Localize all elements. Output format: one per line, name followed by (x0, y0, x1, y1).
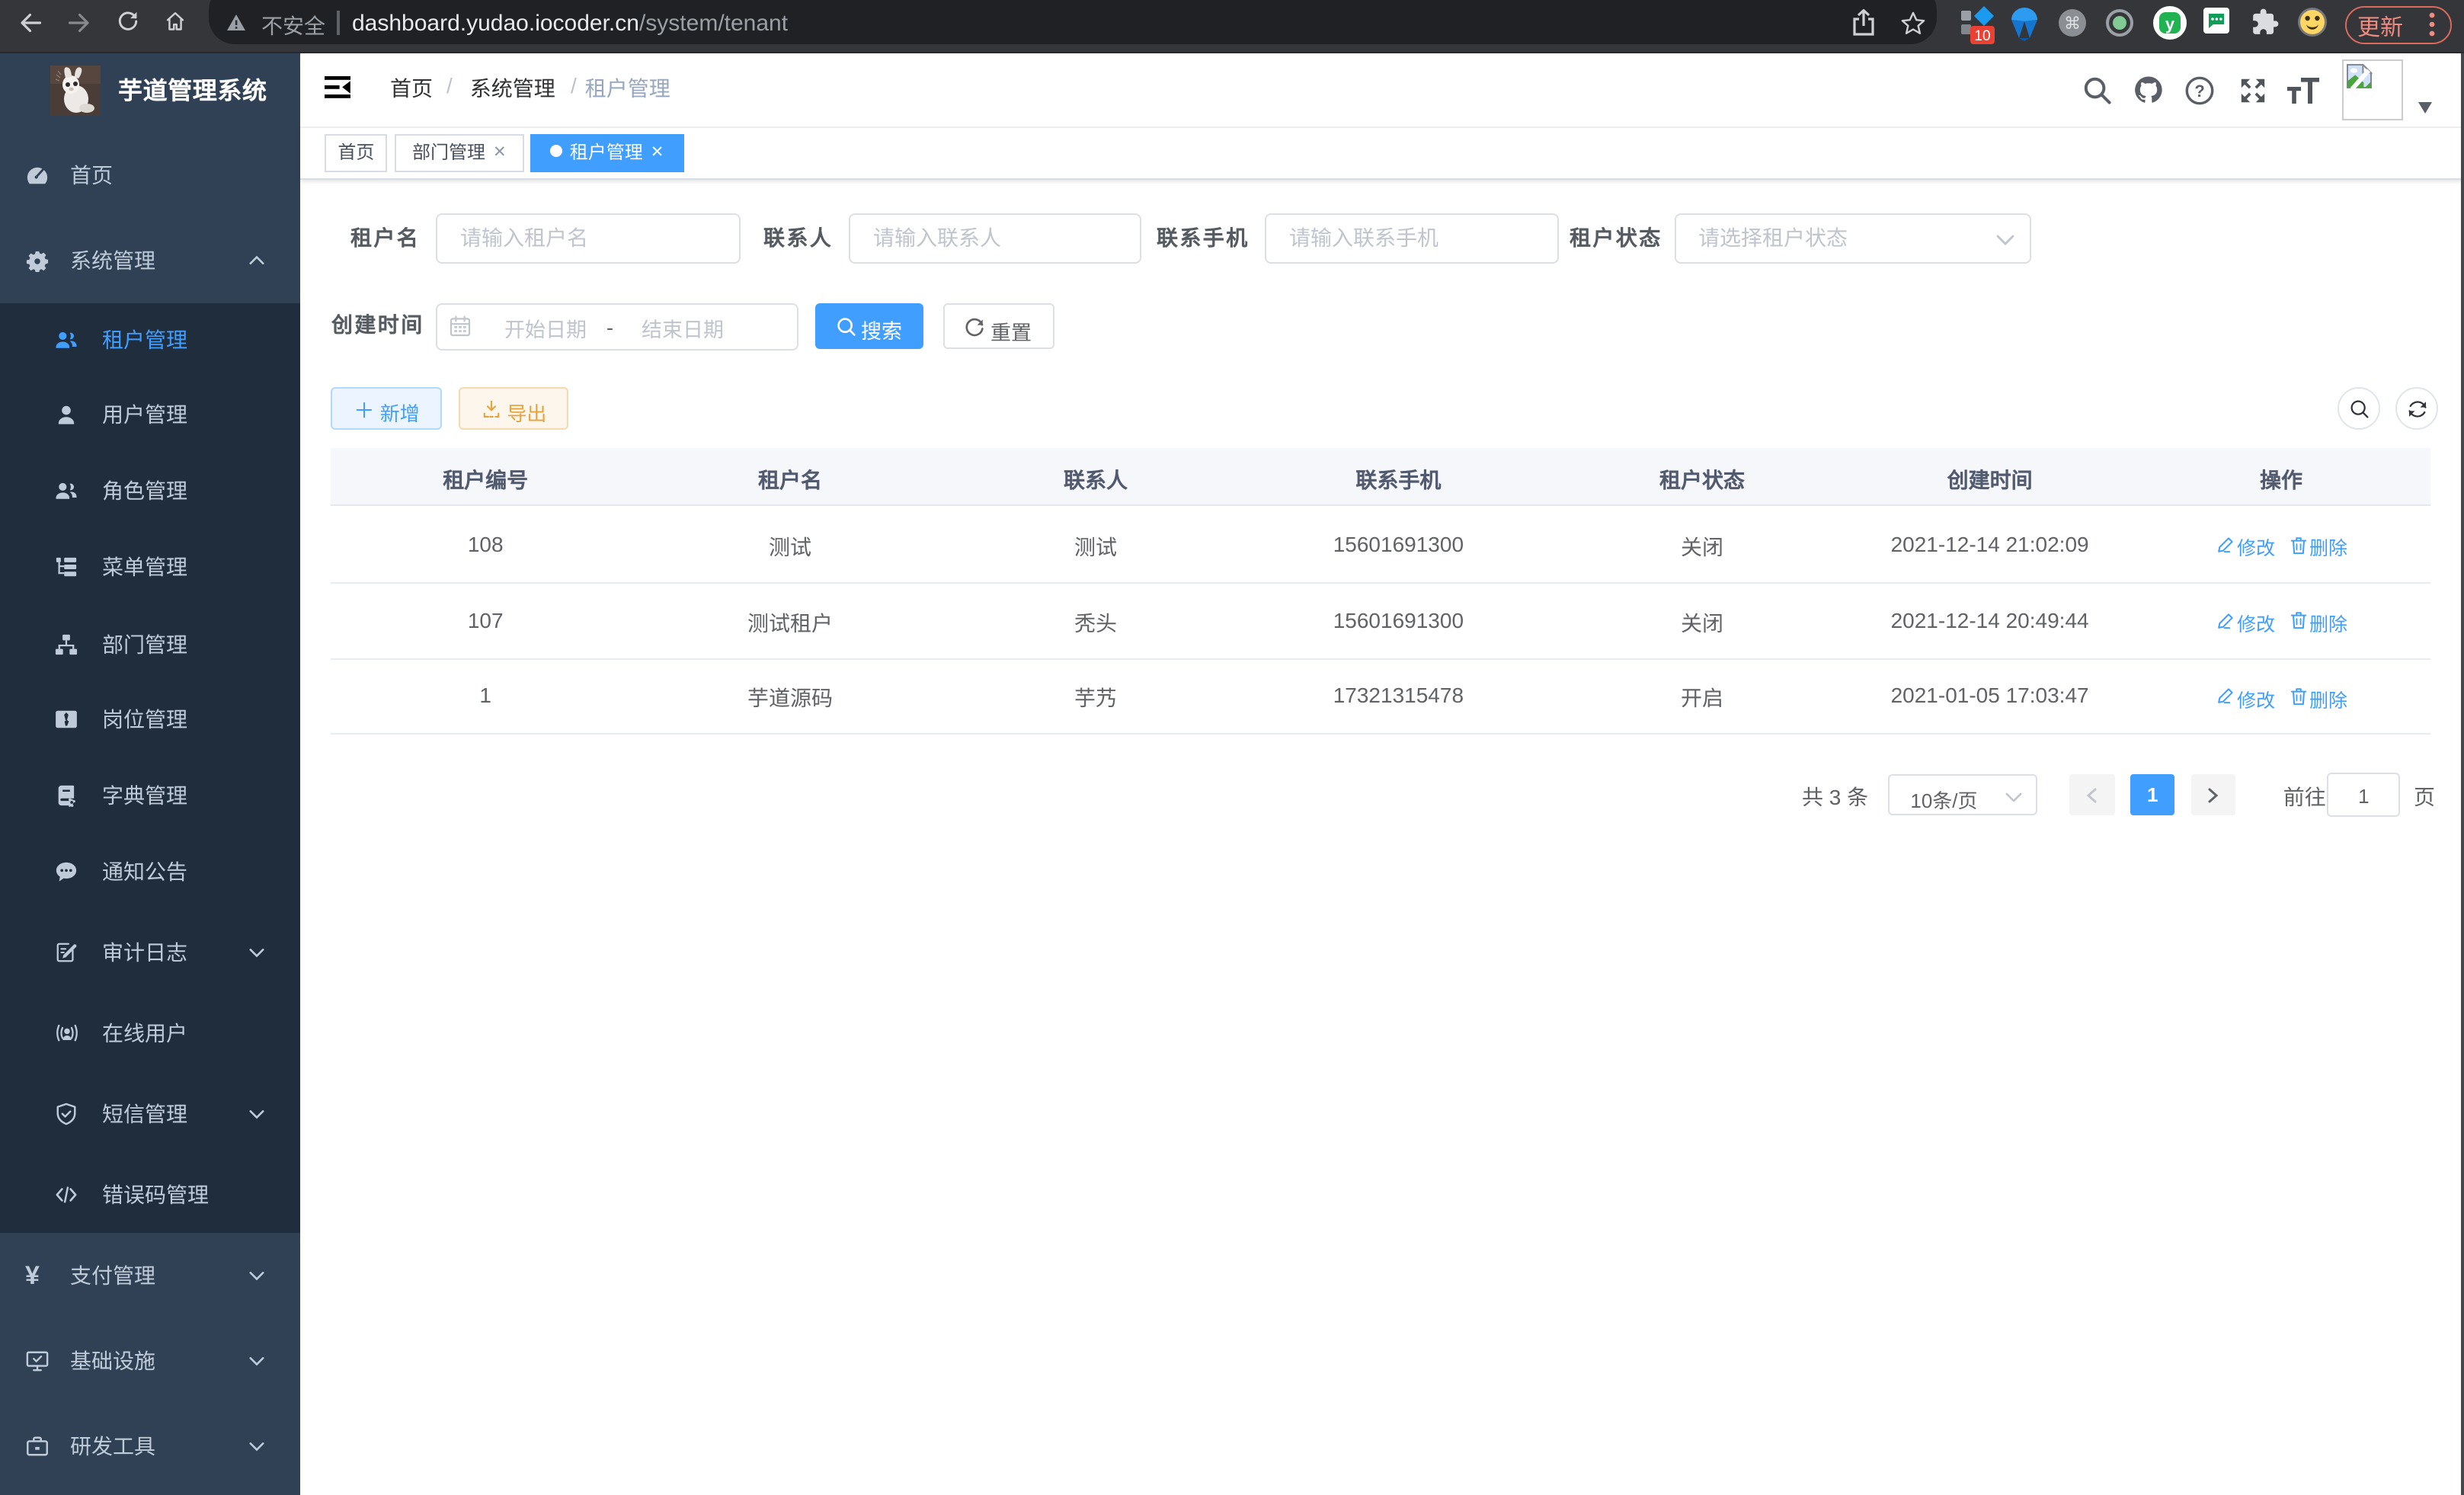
svg-text:⌘: ⌘ (2064, 13, 2081, 32)
svg-text:?: ? (2195, 81, 2205, 100)
svg-text:10: 10 (1974, 28, 1990, 44)
svg-text:y: y (2165, 14, 2174, 33)
